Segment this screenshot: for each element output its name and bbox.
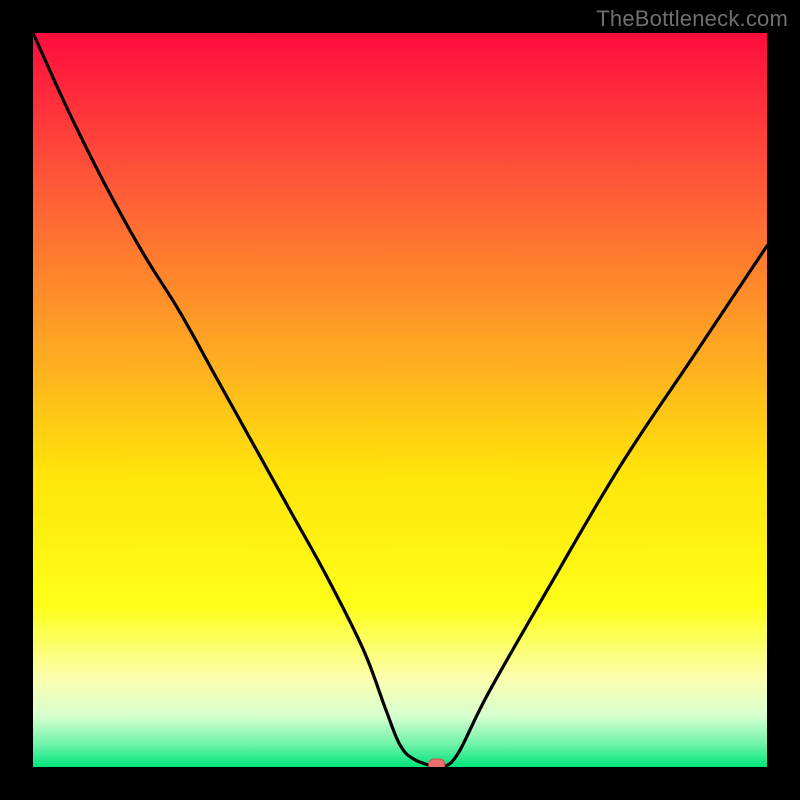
chart-frame: TheBottleneck.com bbox=[0, 0, 800, 800]
optimal-point-marker bbox=[429, 759, 445, 767]
chart-svg bbox=[33, 33, 767, 767]
plot-area bbox=[33, 33, 767, 767]
gradient-background bbox=[33, 33, 767, 767]
watermark-text: TheBottleneck.com bbox=[596, 6, 788, 32]
